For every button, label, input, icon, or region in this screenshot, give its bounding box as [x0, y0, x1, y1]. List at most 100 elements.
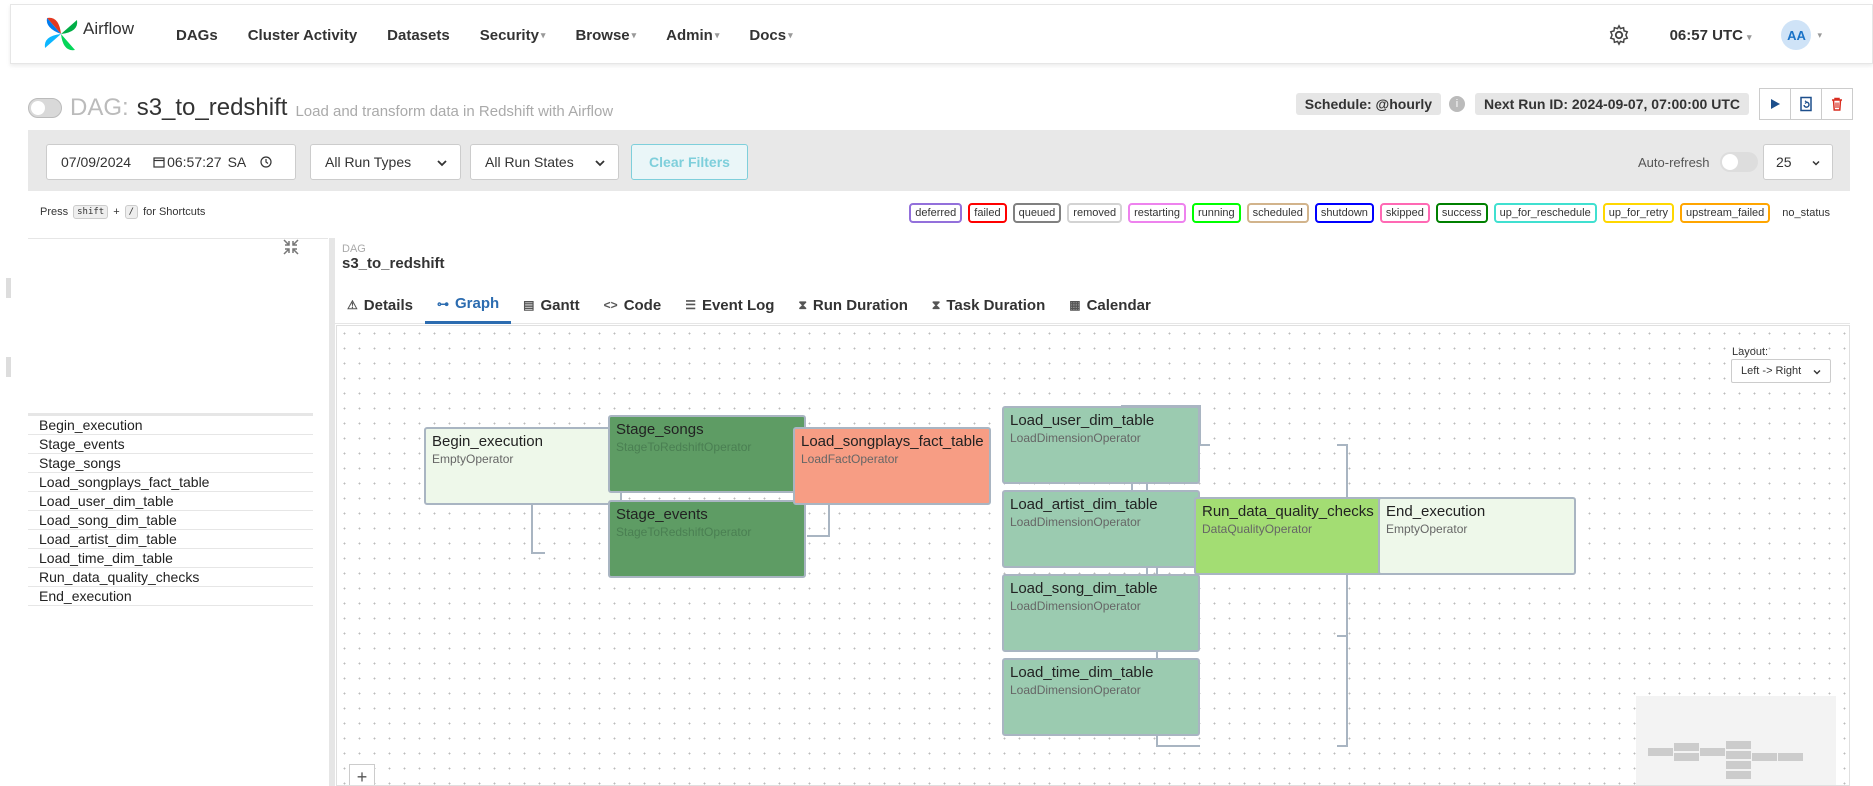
graph-node-run-data-quality-checks[interactable]: Run_data_quality_checks DataQualityOperat…: [1194, 497, 1392, 575]
tab-task-duration[interactable]: ⧗ Task Duration: [920, 286, 1057, 324]
tab-code[interactable]: <> Code: [592, 286, 674, 324]
graph-node-load-song-dim-table[interactable]: Load_song_dim_table LoadDimensionOperator: [1002, 574, 1200, 652]
chevron-down-icon: [437, 160, 447, 167]
legend-running[interactable]: running: [1191, 203, 1241, 223]
legend-skipped[interactable]: skipped: [1379, 203, 1430, 223]
legend-up-for-reschedule[interactable]: up_for_reschedule: [1493, 203, 1597, 223]
legend-up-for-retry[interactable]: up_for_retry: [1602, 203, 1675, 223]
graph-node-stage-songs[interactable]: Stage_songs StageToRedshiftOperator: [608, 415, 806, 493]
dag-header: DAG: s3_to_redshift Load and transform d…: [28, 90, 613, 126]
time-dropdown[interactable]: 06:57 UTC ▾: [1670, 27, 1752, 44]
num-runs-select[interactable]: 25: [1763, 144, 1833, 180]
legend-upstream-failed[interactable]: upstream_failed: [1680, 203, 1771, 223]
tab-event-log[interactable]: ☰ Event Log: [673, 286, 786, 324]
gantt-icon: ▤: [523, 298, 535, 312]
graph-node-stage-events[interactable]: Stage_events StageToRedshiftOperator: [608, 500, 806, 578]
reparse-dag-button[interactable]: [1790, 88, 1822, 120]
nav-security[interactable]: Security ▾: [480, 27, 546, 44]
left-edge-handle[interactable]: [6, 357, 11, 377]
nav-admin[interactable]: Admin ▾: [666, 27, 719, 44]
collapse-icon[interactable]: [282, 238, 300, 256]
legend-deferred[interactable]: deferred: [909, 203, 963, 223]
nav-browse-label: Browse: [575, 26, 630, 44]
legend-removed[interactable]: removed: [1067, 203, 1123, 223]
task-row[interactable]: Load_songplays_fact_table: [28, 473, 313, 492]
legend-success[interactable]: success: [1435, 203, 1488, 223]
run-state-select[interactable]: All Run States: [470, 144, 619, 180]
clock-icon[interactable]: [260, 156, 272, 168]
graph-node-load-songplays-fact-table[interactable]: Load_songplays_fact_table LoadFactOperato…: [793, 427, 991, 505]
tab-details[interactable]: ⚠ Details: [335, 286, 425, 324]
node-operator-name: LoadDimensionOperator: [1010, 599, 1141, 613]
nav-cluster-activity[interactable]: Cluster Activity: [248, 27, 357, 44]
run-type-select[interactable]: All Run Types: [310, 144, 461, 180]
graph-minimap[interactable]: [1636, 696, 1836, 785]
tab-graph-label: Graph: [454, 295, 500, 312]
graph-node-load-time-dim-table[interactable]: Load_time_dim_table LoadDimensionOperator: [1002, 658, 1200, 736]
task-row[interactable]: Run_data_quality_checks: [28, 568, 313, 587]
task-row[interactable]: Stage_songs: [28, 454, 313, 473]
graph-node-begin-execution[interactable]: Begin_execution EmptyOperator: [424, 427, 622, 505]
minimap-node: [1726, 741, 1751, 749]
user-avatar[interactable]: AA: [1781, 20, 1812, 50]
nav-cluster-activity-label: Cluster Activity: [247, 26, 358, 44]
auto-refresh-toggle[interactable]: [1719, 152, 1758, 172]
node-task-name: Load_songplays_fact_table: [801, 433, 984, 450]
tab-gantt[interactable]: ▤ Gantt: [511, 286, 592, 324]
graph-node-load-user-dim-table[interactable]: Load_user_dim_table LoadDimensionOperator: [1002, 406, 1200, 484]
layout-select[interactable]: Left -> Right: [1731, 359, 1831, 383]
chevron-down-icon[interactable]: ▾: [1817, 30, 1822, 41]
schedule-badge: Schedule: @hourly: [1295, 93, 1441, 115]
clear-filters-button[interactable]: Clear Filters: [631, 144, 748, 180]
nav-dags[interactable]: DAGs: [176, 27, 218, 44]
delete-dag-button[interactable]: [1821, 88, 1853, 120]
breadcrumb-dag[interactable]: s3_to_redshift: [342, 255, 445, 272]
tab-run-duration[interactable]: ⧗ Run Duration: [786, 286, 919, 324]
task-row[interactable]: Load_time_dim_table: [28, 549, 313, 568]
legend-failed[interactable]: failed: [968, 203, 1007, 223]
nav-docs[interactable]: Docs ▾: [749, 27, 792, 44]
graph-node-end-execution[interactable]: End_execution EmptyOperator: [1378, 497, 1576, 575]
task-row[interactable]: Load_user_dim_table: [28, 492, 313, 511]
task-row[interactable]: Load_song_dim_table: [28, 511, 313, 530]
tab-code-label: Code: [623, 296, 662, 314]
calendar-icon[interactable]: [153, 156, 165, 168]
task-row[interactable]: End_execution: [28, 587, 313, 606]
node-task-name: Load_artist_dim_table: [1010, 496, 1158, 513]
zoom-in-button[interactable]: +: [349, 764, 375, 785]
node-task-name: End_execution: [1386, 503, 1486, 520]
top-navbar: Airflow DAGs Cluster Activity Datasets S…: [10, 4, 1873, 64]
chevron-down-icon: ▾: [714, 29, 720, 40]
graph-canvas[interactable]: Begin_execution EmptyOperator Stage_songs S…: [336, 325, 1850, 786]
dag-pause-toggle[interactable]: [28, 98, 62, 118]
legend-restarting[interactable]: restarting: [1128, 203, 1186, 223]
airflow-logo[interactable]: Airflow: [41, 14, 151, 54]
nav-datasets[interactable]: Datasets: [387, 27, 450, 44]
gear-icon[interactable]: [1608, 24, 1630, 46]
legend-no-status[interactable]: no_status: [1778, 205, 1834, 221]
graph-node-load-artist-dim-table[interactable]: Load_artist_dim_table LoadDimensionOperat…: [1002, 490, 1200, 568]
legend-queued[interactable]: queued: [1012, 203, 1062, 223]
task-row[interactable]: Begin_execution: [28, 416, 313, 435]
trigger-dag-button[interactable]: [1759, 88, 1791, 120]
tab-graph[interactable]: ⊶ Graph: [424, 286, 512, 324]
legend-scheduled[interactable]: scheduled: [1246, 203, 1309, 223]
task-list: Begin_execution Stage_events Stage_songs…: [28, 413, 313, 606]
info-icon[interactable]: i: [1449, 96, 1465, 112]
next-run-badge: Next Run ID: 2024-09-07, 07:00:00 UTC: [1475, 93, 1749, 115]
legend-shutdown[interactable]: shutdown: [1314, 203, 1374, 223]
brand-name: Airflow: [83, 19, 135, 38]
base-date-input[interactable]: 07/09/2024 06:57:27 SA: [46, 144, 296, 180]
task-row[interactable]: Stage_events: [28, 435, 313, 454]
node-operator-name: LoadDimensionOperator: [1010, 683, 1141, 697]
task-row[interactable]: Load_artist_dim_table: [28, 530, 313, 549]
trash-icon: [1832, 97, 1842, 111]
detail-tabs: ⚠ Details ⊶ Graph ▤ Gantt <> Code ☰ Event Log…: [335, 286, 1850, 324]
chevron-down-icon: [595, 160, 605, 167]
chevron-down-icon: [1812, 160, 1820, 166]
shortcuts-hint: Press shift + / for Shortcuts: [40, 205, 205, 219]
tab-calendar[interactable]: ▦ Calendar: [1057, 286, 1163, 324]
nav-browse[interactable]: Browse ▾: [575, 27, 636, 44]
minimap-node: [1674, 743, 1699, 751]
left-edge-handle[interactable]: [6, 278, 11, 298]
